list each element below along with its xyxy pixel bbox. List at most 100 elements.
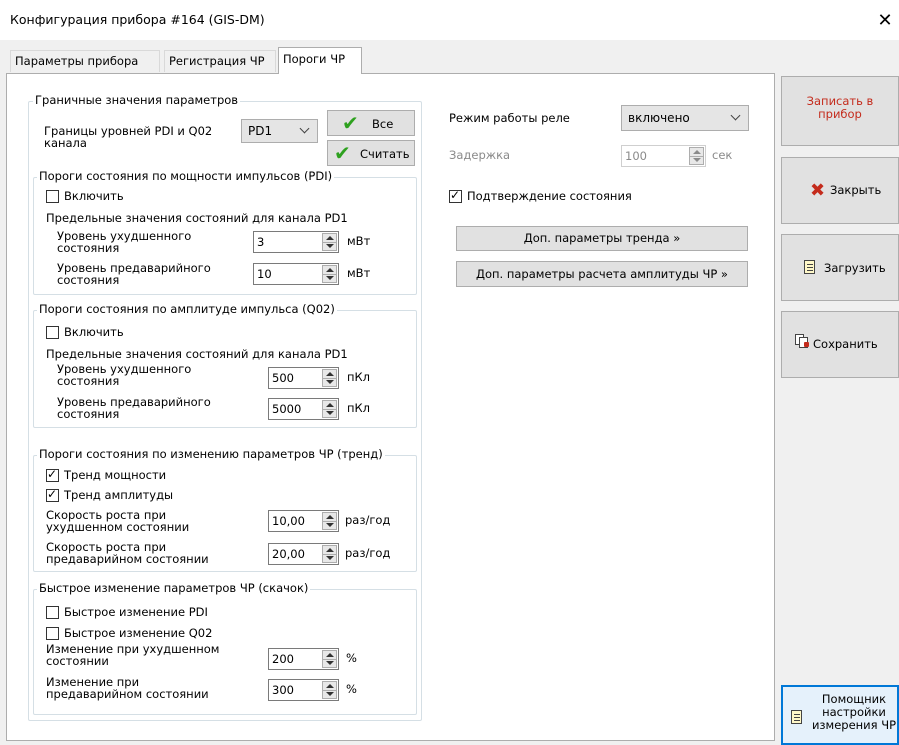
spinner-arrows-icon[interactable] — [322, 512, 337, 530]
pdi-group-title: Пороги состояния по мощности импульсов (… — [37, 169, 335, 183]
channel-select-value: PD1 — [248, 124, 273, 138]
q02-group-title: Пороги состояния по амплитуде импульса (… — [37, 302, 337, 316]
close-button[interactable]: ✖ Закрыть — [781, 157, 899, 224]
trend-power-checkbox[interactable] — [46, 467, 59, 482]
confirm-state-label: Подтверждение состояния — [467, 189, 632, 203]
pdi-degraded-label: Уровень ухудшенного состояния — [57, 229, 192, 255]
channel-select[interactable]: PD1 — [241, 119, 318, 143]
q02-enable-checkbox[interactable] — [46, 326, 59, 339]
delay-label: Задержка — [449, 148, 511, 162]
relay-mode-label: Режим работы реле — [449, 111, 570, 125]
pdi-enable-label: Включить — [64, 189, 124, 203]
q02-subtitle: Предельные значения состояний для канала… — [46, 347, 348, 361]
save-button-label: Сохранить — [813, 337, 878, 351]
delay-unit: сек — [712, 148, 733, 162]
pdi-prealarm-spinner[interactable]: 10 — [253, 263, 339, 285]
spinner-arrows-icon[interactable] — [322, 400, 337, 418]
spinner-arrows-icon[interactable] — [322, 369, 337, 387]
jump-degraded-label: Изменение при ухудшенном состоянии — [46, 642, 220, 668]
delay-spinner[interactable]: 100 — [621, 145, 706, 167]
trend-prealarm-value: 20,00 — [272, 547, 305, 561]
jump-degraded-value: 200 — [272, 652, 294, 666]
checkmark-icon: ✔ — [342, 111, 359, 135]
q02-enable-label: Включить — [64, 325, 124, 339]
all-button[interactable]: ✔ Все — [327, 110, 415, 136]
close-icon: ✖ — [810, 180, 826, 201]
read-button[interactable]: ✔ Считать — [327, 140, 415, 166]
q02-prealarm-spinner[interactable]: 5000 — [268, 398, 339, 420]
pdi-degraded-value: 3 — [257, 235, 265, 249]
trend-params-button[interactable]: Доп. параметры тренда » — [456, 226, 748, 251]
trend-group-title: Пороги состояния по изменению параметров… — [37, 447, 385, 461]
jump-prealarm-label: Изменение при предаварийном состоянии — [46, 675, 209, 701]
chevron-down-icon — [299, 123, 310, 134]
relay-mode-value: включено — [628, 111, 690, 125]
write-to-device-label: Записать в прибор — [806, 94, 874, 121]
jump-pdi-label: Быстрое изменение PDI — [64, 605, 208, 619]
jump-prealarm-unit: % — [346, 682, 357, 696]
write-to-device-button[interactable]: Записать в прибор — [781, 76, 899, 146]
checkmark-icon: ✔ — [334, 141, 351, 165]
spinner-arrows-icon[interactable] — [322, 233, 337, 251]
jump-q02-label: Быстрое изменение Q02 — [64, 626, 213, 640]
trend-amplitude-checkbox[interactable] — [46, 487, 59, 502]
q02-degraded-value: 500 — [272, 371, 294, 385]
jump-prealarm-spinner[interactable]: 300 — [268, 679, 339, 701]
chevron-down-icon — [730, 110, 741, 121]
relay-mode-select[interactable]: включено — [621, 105, 749, 131]
jump-degraded-spinner[interactable]: 200 — [268, 648, 339, 670]
spinner-arrows-icon[interactable] — [322, 681, 337, 699]
pdi-subtitle: Предельные значения состояний для канала… — [46, 211, 348, 225]
jump-q02-checkbox[interactable] — [46, 627, 59, 640]
q02-degraded-label: Уровень ухудшенного состояния — [57, 362, 192, 388]
delay-value: 100 — [625, 149, 647, 163]
trend-degraded-unit: раз/год — [345, 513, 391, 527]
amp-params-button[interactable]: Доп. параметры расчета амплитуды ЧР » — [456, 261, 748, 287]
trend-power-label: Тренд мощности — [64, 468, 167, 482]
close-icon: ✕ — [877, 10, 893, 31]
q02-prealarm-value: 5000 — [272, 402, 302, 416]
jump-prealarm-value: 300 — [272, 683, 294, 697]
pdi-degraded-spinner[interactable]: 3 — [253, 231, 339, 253]
measurement-wizard-button[interactable]: Помощник настройки измерения ЧР — [781, 685, 899, 745]
q02-prealarm-label: Уровень предаварийного состояния — [57, 395, 211, 421]
save-icon — [795, 334, 809, 348]
load-button-label: Загрузить — [824, 261, 886, 275]
trend-prealarm-label: Скорость роста при предаварийном состояни… — [46, 540, 209, 566]
limits-group-title: Граничные значения параметров — [33, 93, 241, 107]
jump-pdi-checkbox[interactable] — [46, 606, 59, 619]
pdi-prealarm-value: 10 — [257, 267, 272, 281]
document-icon — [804, 260, 815, 274]
pdi-degraded-unit: мВт — [347, 234, 371, 248]
trend-degraded-label: Скорость роста при ухудшенном состоянии — [46, 508, 190, 534]
pdi-prealarm-label: Уровень предаварийного состояния — [57, 261, 211, 287]
trend-prealarm-spinner[interactable]: 20,00 — [268, 543, 339, 565]
measurement-wizard-label: Помощник настройки измерения ЧР — [811, 692, 897, 732]
tab-pd-registration[interactable]: Регистрация ЧР — [164, 50, 276, 72]
spinner-arrows-icon[interactable] — [689, 147, 704, 165]
trend-amplitude-label: Тренд амплитуды — [64, 488, 174, 502]
spinner-arrows-icon[interactable] — [322, 265, 337, 283]
q02-prealarm-unit: пКл — [347, 401, 371, 415]
pdi-enable-checkbox[interactable] — [46, 190, 59, 203]
all-button-label: Все — [372, 117, 394, 131]
read-button-label: Считать — [360, 147, 410, 161]
trend-degraded-value: 10,00 — [272, 514, 305, 528]
spinner-arrows-icon[interactable] — [322, 545, 337, 563]
tab-pd-thresholds[interactable]: Пороги ЧР — [278, 47, 362, 74]
window-close-button[interactable]: ✕ — [872, 8, 898, 34]
window-title: Конфигурация прибора #164 (GIS-DM) — [10, 12, 265, 27]
q02-degraded-spinner[interactable]: 500 — [268, 367, 339, 389]
document-icon — [791, 710, 802, 724]
confirm-state-checkbox[interactable] — [449, 188, 462, 203]
pdi-prealarm-unit: мВт — [347, 266, 371, 280]
save-button[interactable]: Сохранить — [781, 311, 899, 378]
load-button[interactable]: Загрузить — [781, 234, 899, 301]
spinner-arrows-icon[interactable] — [322, 650, 337, 668]
trend-degraded-spinner[interactable]: 10,00 — [268, 510, 339, 532]
jump-degraded-unit: % — [346, 651, 357, 665]
trend-prealarm-unit: раз/год — [345, 546, 391, 560]
tab-device-params[interactable]: Параметры прибора — [10, 50, 160, 72]
jump-group-title: Быстрое изменение параметров ЧР (скачок) — [37, 581, 311, 595]
q02-degraded-unit: пКл — [347, 370, 371, 384]
